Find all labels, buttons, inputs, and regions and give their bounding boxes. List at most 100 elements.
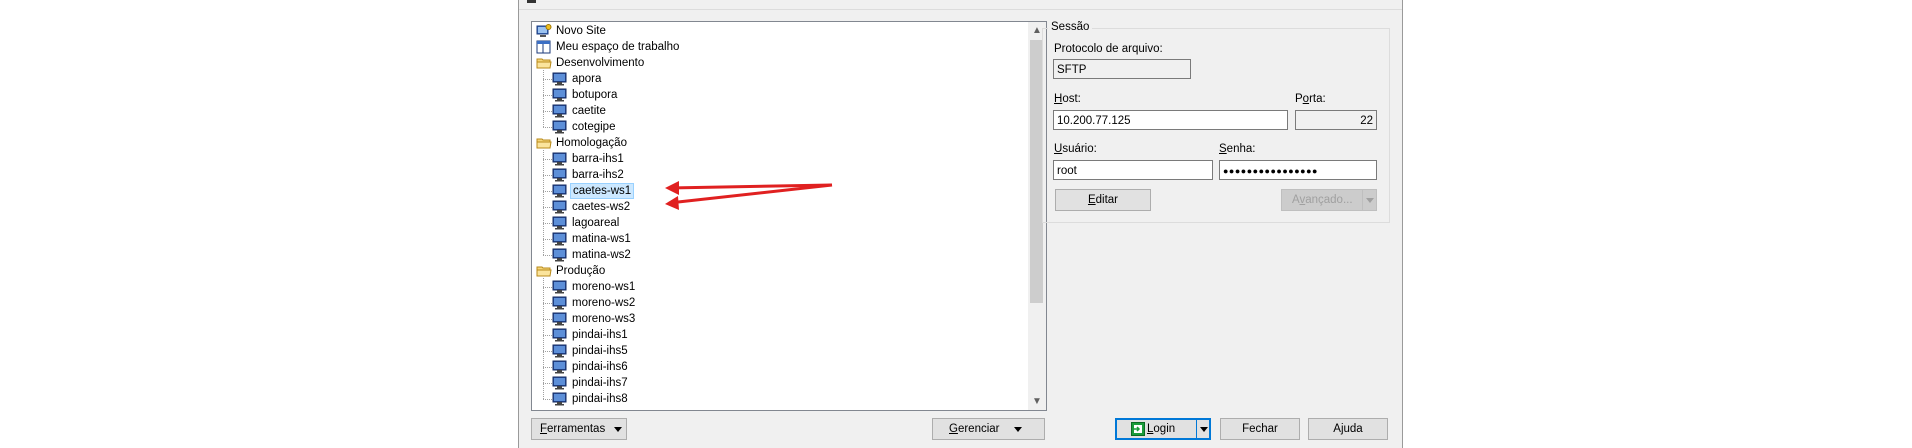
site-computer-icon xyxy=(552,168,568,182)
title-glyph xyxy=(527,0,536,3)
tree-item[interactable]: moreno-ws3 xyxy=(532,311,1026,327)
tree-item[interactable]: lagoareal xyxy=(532,215,1026,231)
tree-item[interactable]: apora xyxy=(532,71,1026,87)
tree-connector xyxy=(543,319,552,320)
site-computer-icon xyxy=(552,344,568,358)
folder-icon xyxy=(536,136,552,150)
tree-connector xyxy=(543,95,552,96)
help-button[interactable]: Ajuda xyxy=(1308,418,1388,440)
port-input[interactable]: 22 xyxy=(1295,110,1377,130)
site-computer-icon xyxy=(552,120,568,134)
tree-item-label: barra-ihs2 xyxy=(572,169,624,181)
tree-item[interactable]: matina-ws2 xyxy=(532,247,1026,263)
tree-item-label: pindai-ihs5 xyxy=(572,345,628,357)
tree-item-label: Novo Site xyxy=(556,25,606,37)
tree-item-label: caetes-ws2 xyxy=(572,201,631,213)
site-computer-icon xyxy=(552,360,568,374)
site-computer-icon xyxy=(552,328,568,342)
tree-item[interactable]: matina-ws1 xyxy=(532,231,1026,247)
edit-button[interactable]: Editar xyxy=(1055,189,1151,211)
tree-item-label: matina-ws1 xyxy=(572,233,631,245)
tree-connector xyxy=(543,79,552,80)
tree-item-label: barra-ihs1 xyxy=(572,153,624,165)
tree-item-label: lagoareal xyxy=(572,217,620,229)
tree-item[interactable]: pindai-ihs1 xyxy=(532,327,1026,343)
host-input[interactable]: 10.200.77.125 xyxy=(1053,110,1288,130)
host-label: Host: xyxy=(1054,93,1081,105)
tree-connector xyxy=(543,383,552,384)
tree-item-label: moreno-ws2 xyxy=(572,297,636,309)
folder-icon xyxy=(536,56,552,70)
tree-item[interactable]: barra-ihs1 xyxy=(532,151,1026,167)
tree-item-label: moreno-ws3 xyxy=(572,313,636,325)
site-computer-icon xyxy=(552,376,568,390)
tree-item[interactable]: moreno-ws1 xyxy=(532,279,1026,295)
manage-dropdown-caret-icon xyxy=(1014,427,1022,432)
tree-connector xyxy=(543,399,552,400)
tree-item-label: Desenvolvimento xyxy=(556,57,645,69)
site-computer-icon xyxy=(552,312,568,326)
close-button[interactable]: Fechar xyxy=(1220,418,1300,440)
tree-item[interactable]: caetite xyxy=(532,103,1026,119)
tree-item[interactable]: botupora xyxy=(532,87,1026,103)
tree-connector xyxy=(543,239,552,240)
login-dropdown-caret-icon[interactable] xyxy=(1200,427,1208,432)
tree-connector xyxy=(543,255,552,256)
session-legend: Sessão xyxy=(1048,21,1093,33)
site-computer-icon xyxy=(552,184,568,198)
protocol-label: Protocolo de arquivo: xyxy=(1054,43,1163,55)
login-split-divider xyxy=(1196,420,1197,438)
tree-item[interactable]: pindai-ihs7 xyxy=(532,375,1026,391)
tree-item[interactable]: caetes-ws2 xyxy=(532,199,1026,215)
tree-connector xyxy=(543,150,544,255)
tree-connector xyxy=(543,303,552,304)
tree-folder[interactable]: Homologação xyxy=(532,135,1026,151)
tree-item-label: Produção xyxy=(556,265,606,277)
tools-button[interactable]: Ferramentas xyxy=(531,418,627,440)
manage-button[interactable]: Gerenciar xyxy=(932,418,1045,440)
site-computer-icon xyxy=(552,248,568,262)
site-computer-icon xyxy=(552,152,568,166)
tree-item[interactable]: pindai-ihs5 xyxy=(532,343,1026,359)
tree-item-label: cotegipe xyxy=(572,121,616,133)
tree-item-label: pindai-ihs7 xyxy=(572,377,628,389)
tree-item[interactable]: pindai-ihs6 xyxy=(532,359,1026,375)
tree-item[interactable]: Meu espaço de trabalho xyxy=(532,39,1026,55)
site-computer-icon xyxy=(552,392,568,406)
password-input[interactable]: ●●●●●●●●●●●●●●●● xyxy=(1219,160,1377,180)
site-computer-icon xyxy=(552,72,568,86)
tree-item[interactable]: barra-ihs2 xyxy=(532,167,1026,183)
advanced-dropdown-caret-icon[interactable] xyxy=(1366,198,1374,203)
tree-connector xyxy=(543,191,552,192)
tree-item-label: matina-ws2 xyxy=(572,249,631,261)
tree-item-label: Homologação xyxy=(556,137,627,149)
protocol-select[interactable]: SFTP xyxy=(1053,59,1191,79)
login-icon xyxy=(1131,422,1145,436)
tree-item[interactable]: pindai-ihs8 xyxy=(532,391,1026,407)
tree-item[interactable]: Novo Site xyxy=(532,23,1026,39)
tree-item-label: pindai-ihs6 xyxy=(572,361,628,373)
tree-item[interactable]: cotegipe xyxy=(532,119,1026,135)
tree-connector xyxy=(543,367,552,368)
tree-connector xyxy=(543,287,552,288)
tree-item[interactable]: moreno-ws2 xyxy=(532,295,1026,311)
tree-item[interactable]: caetes-ws1 xyxy=(532,183,1026,199)
tree-folder[interactable]: Produção xyxy=(532,263,1026,279)
site-computer-icon xyxy=(552,200,568,214)
tree-item-label: Meu espaço de trabalho xyxy=(556,41,680,53)
tree-connector xyxy=(543,127,552,128)
tree-folder[interactable]: Desenvolvimento xyxy=(532,55,1026,71)
user-input[interactable]: root xyxy=(1053,160,1213,180)
site-manager-dialog: Novo Site Meu espaço de trabalho Desenvolv… xyxy=(518,0,1403,448)
user-label: Usuário: xyxy=(1054,143,1097,155)
workspace-icon xyxy=(536,40,552,54)
tree-item-label: pindai-ihs8 xyxy=(572,393,628,405)
tree-item-label: caetes-ws1 xyxy=(570,183,635,199)
site-computer-icon xyxy=(552,232,568,246)
tree-item-label: caetite xyxy=(572,105,606,117)
site-tree[interactable]: Novo Site Meu espaço de trabalho Desenvolv… xyxy=(531,21,1047,411)
scroll-down-icon[interactable]: ▼ xyxy=(1028,393,1046,410)
new-site-icon xyxy=(536,24,552,38)
tree-connector xyxy=(543,278,544,399)
tree-connector xyxy=(543,351,552,352)
